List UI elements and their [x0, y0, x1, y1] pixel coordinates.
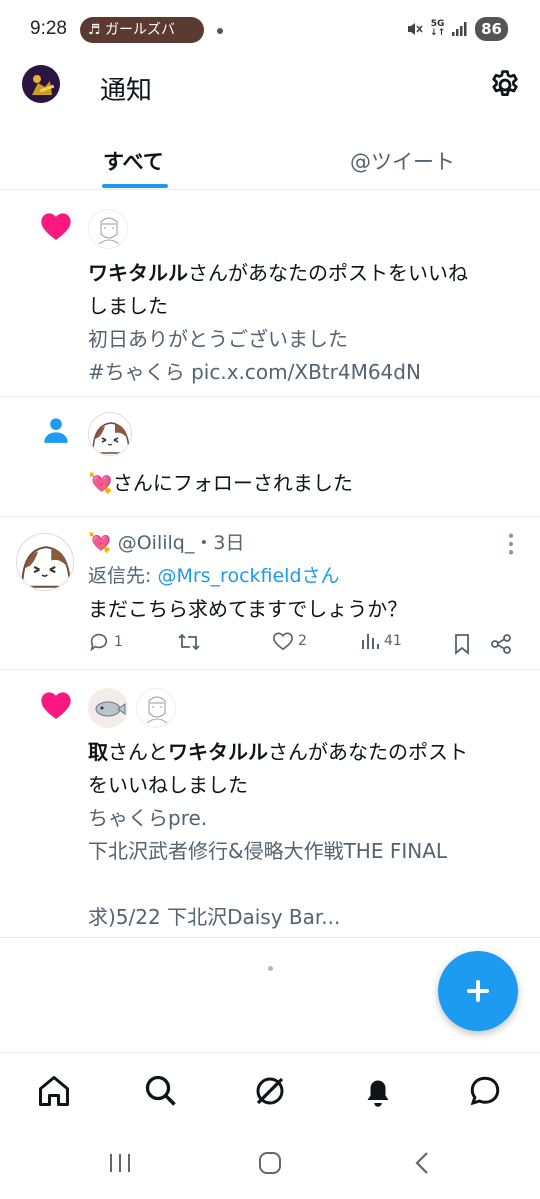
person-icon — [44, 418, 68, 443]
notification-follow[interactable]: 💘さんにフォローされました — [0, 397, 540, 517]
active-tab-indicator — [102, 184, 168, 188]
search-icon[interactable] — [143, 1073, 179, 1109]
home-icon[interactable] — [36, 1073, 72, 1109]
notification-dot — [217, 28, 223, 34]
status-time: 9:28 — [30, 18, 67, 39]
tweet-actions: 1 2 41 — [88, 631, 518, 661]
reply-count: 1 — [114, 634, 123, 650]
user-name[interactable]: ワキタルル — [88, 261, 188, 285]
like-count: 2 — [298, 633, 307, 649]
reply-content: 💘 @Oililq_・3日 返信先: @Mrs_rockfieldさん まだこち… — [88, 527, 518, 626]
reply-icon — [90, 633, 108, 652]
emoji-username[interactable]: 💘 — [88, 532, 112, 554]
user-name[interactable]: ワキタルル — [168, 740, 268, 764]
recent-apps-icon[interactable] — [108, 1152, 132, 1174]
notification-like-1[interactable]: ワキタルルさんがあなたのポストをいいね しました 初日ありがとうございました #… — [0, 191, 540, 397]
views-action[interactable]: 41 — [360, 631, 402, 651]
action-text-wrap: をいいねしました — [88, 773, 248, 797]
sketch-avatar-icon — [146, 696, 168, 724]
tab-all[interactable]: すべて — [103, 146, 164, 176]
post-preview-line: 初日ありがとうございました — [88, 327, 348, 351]
action-text: さんがあなたのポスト — [268, 740, 468, 764]
notification-text: 取さんとワキタルルさんがあなたのポスト をいいねしました ちゃくらpre. 下北… — [88, 736, 518, 934]
retweet-action[interactable] — [176, 631, 206, 653]
network-indicator: 5G ↓↑ — [430, 20, 445, 38]
post-preview-line: #ちゃくら pic.x.com/XBtr4M64dN — [88, 360, 421, 384]
like-action[interactable]: 2 — [272, 631, 307, 651]
notification-tabs: すべて @ツイート — [0, 130, 540, 190]
mute-icon — [408, 23, 423, 35]
messages-icon[interactable] — [467, 1073, 503, 1109]
post-preview-line: 下北沢武者修行&侵略大作戦THE FINAL — [88, 839, 448, 863]
my-avatar[interactable] — [22, 65, 60, 103]
view-count: 41 — [384, 633, 402, 649]
media-pill[interactable]: ♬ ガールズバ — [80, 17, 204, 43]
status-bar: 9:28 ♬ ガールズバ 5G ↓↑ 86 — [0, 0, 540, 60]
reply-to-link[interactable]: @Mrs_rockfieldさん — [157, 565, 339, 587]
notification-reply[interactable]: 💘 @Oililq_・3日 返信先: @Mrs_rockfieldさん まだこち… — [0, 517, 540, 670]
post-time: ・3日 — [194, 532, 245, 554]
user-handle[interactable]: @Oililq_ — [118, 532, 195, 554]
gear-icon[interactable] — [488, 68, 522, 102]
reply-action[interactable]: 1 — [88, 631, 123, 653]
action-text: さんにフォローされました — [112, 471, 353, 495]
network-arrows: ↓↑ — [430, 28, 446, 38]
bottom-nav — [0, 1052, 540, 1130]
loading-indicator — [268, 966, 273, 971]
grok-icon[interactable] — [252, 1073, 288, 1109]
avatar[interactable] — [88, 688, 128, 728]
notification-text: 💘さんにフォローされました — [88, 467, 518, 500]
bookmark-icon[interactable] — [452, 633, 472, 655]
reply-prefix: 返信先: — [88, 565, 158, 587]
status-icons: 5G ↓↑ 86 — [406, 17, 508, 41]
user-name[interactable]: 取 — [88, 740, 108, 764]
heart-outline-icon — [273, 632, 293, 651]
emoji-username[interactable]: 💘 — [88, 471, 113, 495]
avatar[interactable] — [16, 533, 74, 591]
conjunction-text: さんと — [108, 740, 168, 764]
retweet-icon — [178, 633, 200, 651]
home-circle-icon[interactable] — [258, 1151, 282, 1175]
action-text: さんがあなたのポストをいいね — [188, 261, 468, 285]
cat-avatar-icon — [21, 546, 71, 588]
header: 通知 — [0, 60, 540, 110]
battery-level: 86 — [475, 17, 508, 41]
reply-body: まだこちら求めてますでしょうか？ — [88, 597, 408, 621]
avatar[interactable] — [88, 209, 128, 249]
signal-icon — [452, 22, 467, 36]
notification-like-2[interactable]: 取さんとワキタルルさんがあなたのポスト をいいねしました ちゃくらpre. 下北… — [0, 670, 540, 938]
cat-avatar-icon — [92, 422, 130, 454]
notification-text: ワキタルルさんがあなたのポストをいいね しました 初日ありがとうございました #… — [88, 257, 518, 389]
analytics-icon — [362, 634, 379, 649]
guitarist-photo — [22, 65, 60, 103]
avatar[interactable] — [136, 688, 176, 728]
post-preview-line: 求)5/22 下北沢Daisy Bar... — [88, 905, 341, 929]
avatar[interactable] — [88, 412, 132, 456]
heart-icon — [41, 213, 71, 240]
more-options-icon[interactable] — [506, 533, 516, 555]
page-title: 通知 — [100, 76, 153, 106]
post-preview-line: ちゃくらpre. — [88, 806, 208, 830]
tab-mentions[interactable]: @ツイート — [350, 146, 455, 176]
system-nav — [0, 1130, 540, 1199]
share-icon[interactable] — [490, 633, 512, 655]
bell-icon[interactable] — [360, 1073, 396, 1109]
sketch-avatar-icon — [98, 217, 120, 245]
back-icon[interactable] — [412, 1151, 432, 1175]
heart-icon — [41, 692, 71, 719]
action-text-wrap: しました — [88, 294, 168, 318]
compose-button[interactable] — [438, 951, 518, 1031]
fish-avatar-icon — [95, 701, 126, 717]
